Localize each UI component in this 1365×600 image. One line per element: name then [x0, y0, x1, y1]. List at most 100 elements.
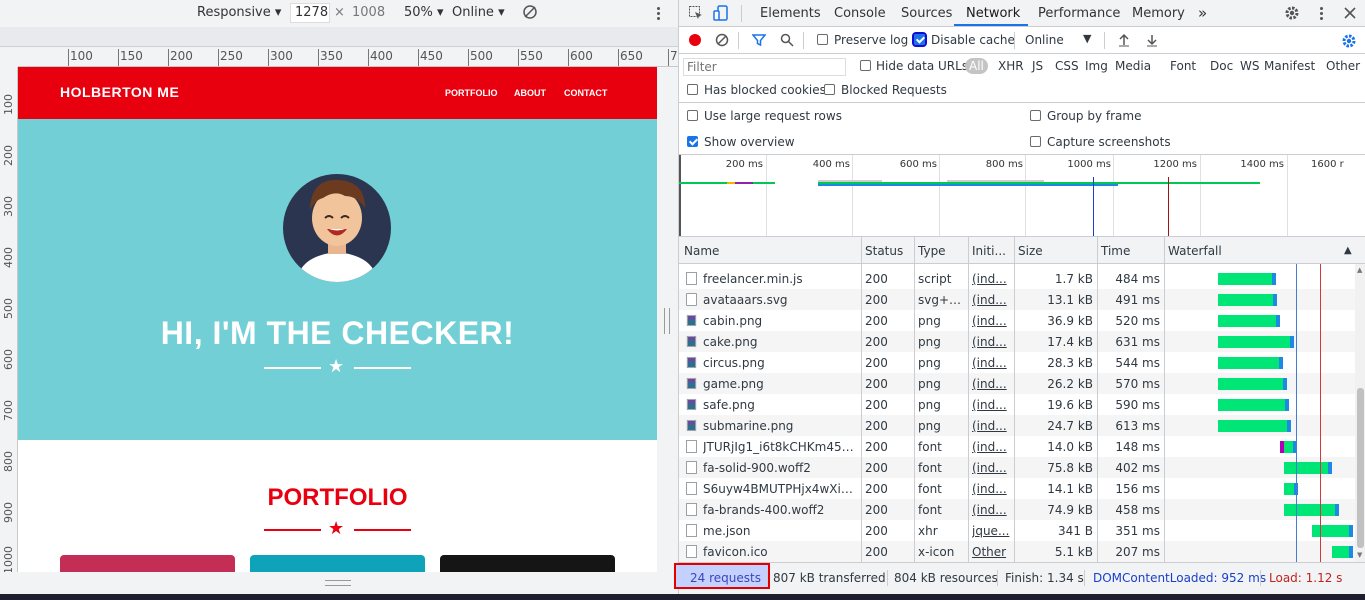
requests-scrollbar[interactable]: ▲ ▼ — [1355, 264, 1365, 562]
request-name[interactable]: fa-brands-400.woff2 — [703, 503, 857, 517]
throttle-select[interactable]: Online ▾ — [452, 5, 505, 20]
request-initiator[interactable]: (ind... — [972, 482, 1012, 496]
request-initiator[interactable]: (ind... — [972, 398, 1012, 412]
preserve-log-checkbox[interactable] — [817, 34, 828, 45]
group-by-frame-checkbox[interactable] — [1030, 110, 1041, 121]
scrollbar-thumb[interactable] — [1357, 388, 1364, 548]
column-waterfall[interactable]: Waterfall — [1168, 244, 1222, 258]
type-filter-css[interactable]: CSS — [1055, 59, 1079, 73]
request-initiator[interactable]: (ind... — [972, 335, 1012, 349]
request-initiator[interactable]: (ind... — [972, 503, 1012, 517]
request-name[interactable]: favicon.ico — [703, 545, 857, 559]
request-name[interactable]: safe.png — [703, 398, 857, 412]
chevron-down-icon[interactable]: ▼ — [1083, 32, 1091, 45]
table-row[interactable]: me.json 200 xhr jque... 341 B 351 ms — [679, 520, 1365, 541]
table-row[interactable]: safe.png 200 png (ind... 19.6 kB 590 ms — [679, 394, 1365, 415]
type-filter-all[interactable]: All — [965, 58, 988, 74]
column-time[interactable]: Time — [1101, 244, 1130, 258]
portfolio-card[interactable] — [250, 555, 425, 572]
device-more-icon[interactable] — [656, 7, 660, 20]
table-row[interactable]: fa-brands-400.woff2 200 font (ind... 74.9 kB… — [679, 499, 1365, 520]
request-name[interactable]: S6uyw4BMUTPHjx4wXiW... — [703, 482, 857, 496]
device-toggle-icon[interactable] — [713, 5, 729, 21]
type-filter-media[interactable]: Media — [1115, 59, 1151, 73]
width-input[interactable]: 1278 — [290, 3, 330, 23]
network-settings-icon[interactable] — [1341, 33, 1357, 49]
table-row[interactable]: cake.png 200 png (ind... 17.4 kB 631 ms — [679, 331, 1365, 352]
request-name[interactable]: cake.png — [703, 335, 857, 349]
tab-performance[interactable]: Performance — [1038, 6, 1120, 21]
rotate-icon[interactable] — [522, 4, 538, 24]
network-overview[interactable]: 200 ms 400 ms 600 ms 800 ms 1000 ms 1200… — [679, 155, 1365, 237]
export-har-icon[interactable] — [1145, 33, 1161, 49]
nav-link-contact[interactable]: CONTACT — [564, 88, 607, 98]
column-initiator[interactable]: Initi... — [972, 244, 1006, 258]
resize-handle-right[interactable] — [664, 308, 670, 334]
large-rows-checkbox[interactable] — [687, 110, 698, 121]
site-brand[interactable]: HOLBERTON ME — [60, 84, 179, 100]
nav-link-about[interactable]: ABOUT — [514, 88, 546, 98]
table-row[interactable]: circus.png 200 png (ind... 28.3 kB 544 ms — [679, 352, 1365, 373]
request-name[interactable]: me.json — [703, 524, 857, 538]
request-name[interactable]: game.png — [703, 377, 857, 391]
close-icon[interactable] — [1343, 6, 1359, 22]
portfolio-card[interactable] — [60, 555, 235, 572]
request-initiator[interactable]: (ind... — [972, 356, 1012, 370]
more-tabs-icon[interactable]: » — [1198, 4, 1207, 22]
type-filter-xhr[interactable]: XHR — [998, 59, 1024, 73]
type-filter-js[interactable]: JS — [1032, 59, 1043, 73]
tab-console[interactable]: Console — [834, 6, 886, 21]
table-row[interactable]: fa-solid-900.woff2 200 font (ind... 75.8 kB 4… — [679, 457, 1365, 478]
resize-handle-bottom[interactable] — [325, 580, 351, 586]
table-row[interactable]: submarine.png 200 png (ind... 24.7 kB 613 ms — [679, 415, 1365, 436]
table-row[interactable]: freelancer.min.js 200 script (ind... 1.7 kB 4… — [679, 268, 1365, 289]
zoom-select[interactable]: 50% ▾ — [404, 5, 444, 20]
disable-cache-checkbox[interactable] — [912, 32, 927, 47]
request-name[interactable]: submarine.png — [703, 419, 857, 433]
portfolio-card[interactable] — [440, 555, 615, 572]
type-filter-img[interactable]: Img — [1085, 59, 1108, 73]
has-blocked-cookies-checkbox[interactable] — [687, 84, 698, 95]
table-row[interactable]: avataaars.svg 200 svg+xml (ind... 13.1 kB 491… — [679, 289, 1365, 310]
column-size[interactable]: Size — [1018, 244, 1043, 258]
sort-ascending-icon[interactable]: ▲ — [1344, 245, 1352, 256]
settings-gear-icon[interactable] — [1284, 5, 1300, 21]
device-select[interactable]: Responsive ▾ — [197, 5, 281, 20]
table-row[interactable]: S6uyw4BMUTPHjx4wXiW... 200 font (ind... 14.1… — [679, 478, 1365, 499]
height-input[interactable]: 1008 — [352, 5, 385, 20]
network-throttle-select[interactable]: Online — [1025, 33, 1064, 47]
nav-link-portfolio[interactable]: PORTFOLIO — [445, 88, 498, 98]
request-name[interactable]: cabin.png — [703, 314, 857, 328]
search-icon[interactable] — [780, 33, 796, 49]
type-filter-manifest[interactable]: Manifest — [1264, 59, 1315, 73]
request-initiator[interactable]: (ind... — [972, 461, 1012, 475]
request-name[interactable]: freelancer.min.js — [703, 272, 857, 286]
tab-network[interactable]: Network — [966, 6, 1020, 21]
devtools-menu-icon[interactable] — [1319, 7, 1335, 23]
import-har-icon[interactable] — [1117, 33, 1133, 49]
tab-sources[interactable]: Sources — [901, 6, 952, 21]
request-initiator[interactable]: (ind... — [972, 293, 1012, 307]
tab-elements[interactable]: Elements — [760, 6, 821, 21]
request-name[interactable]: circus.png — [703, 356, 857, 370]
hide-data-urls-checkbox[interactable] — [860, 60, 871, 71]
request-name[interactable]: fa-solid-900.woff2 — [703, 461, 857, 475]
record-icon[interactable] — [688, 33, 704, 49]
type-filter-doc[interactable]: Doc — [1210, 59, 1233, 73]
request-initiator[interactable]: (ind... — [972, 377, 1012, 391]
type-filter-ws[interactable]: WS — [1240, 59, 1259, 73]
column-status[interactable]: Status — [865, 244, 903, 258]
request-initiator[interactable]: Other — [972, 545, 1012, 559]
table-row[interactable]: cabin.png 200 png (ind... 36.9 kB 520 ms — [679, 310, 1365, 331]
table-row[interactable]: JTURjIg1_i6t8kCHKm45_... 200 font (ind... 14… — [679, 436, 1365, 457]
request-initiator[interactable]: (ind... — [972, 272, 1012, 286]
inspect-element-icon[interactable] — [688, 5, 704, 21]
type-filter-font[interactable]: Font — [1170, 59, 1196, 73]
column-name[interactable]: Name — [684, 244, 719, 258]
clear-icon[interactable] — [715, 33, 731, 49]
capture-screenshots-checkbox[interactable] — [1030, 136, 1041, 147]
tab-memory[interactable]: Memory — [1132, 6, 1185, 21]
request-initiator[interactable]: jque... — [972, 524, 1012, 538]
filter-input[interactable] — [683, 58, 846, 76]
blocked-requests-checkbox[interactable] — [824, 84, 835, 95]
